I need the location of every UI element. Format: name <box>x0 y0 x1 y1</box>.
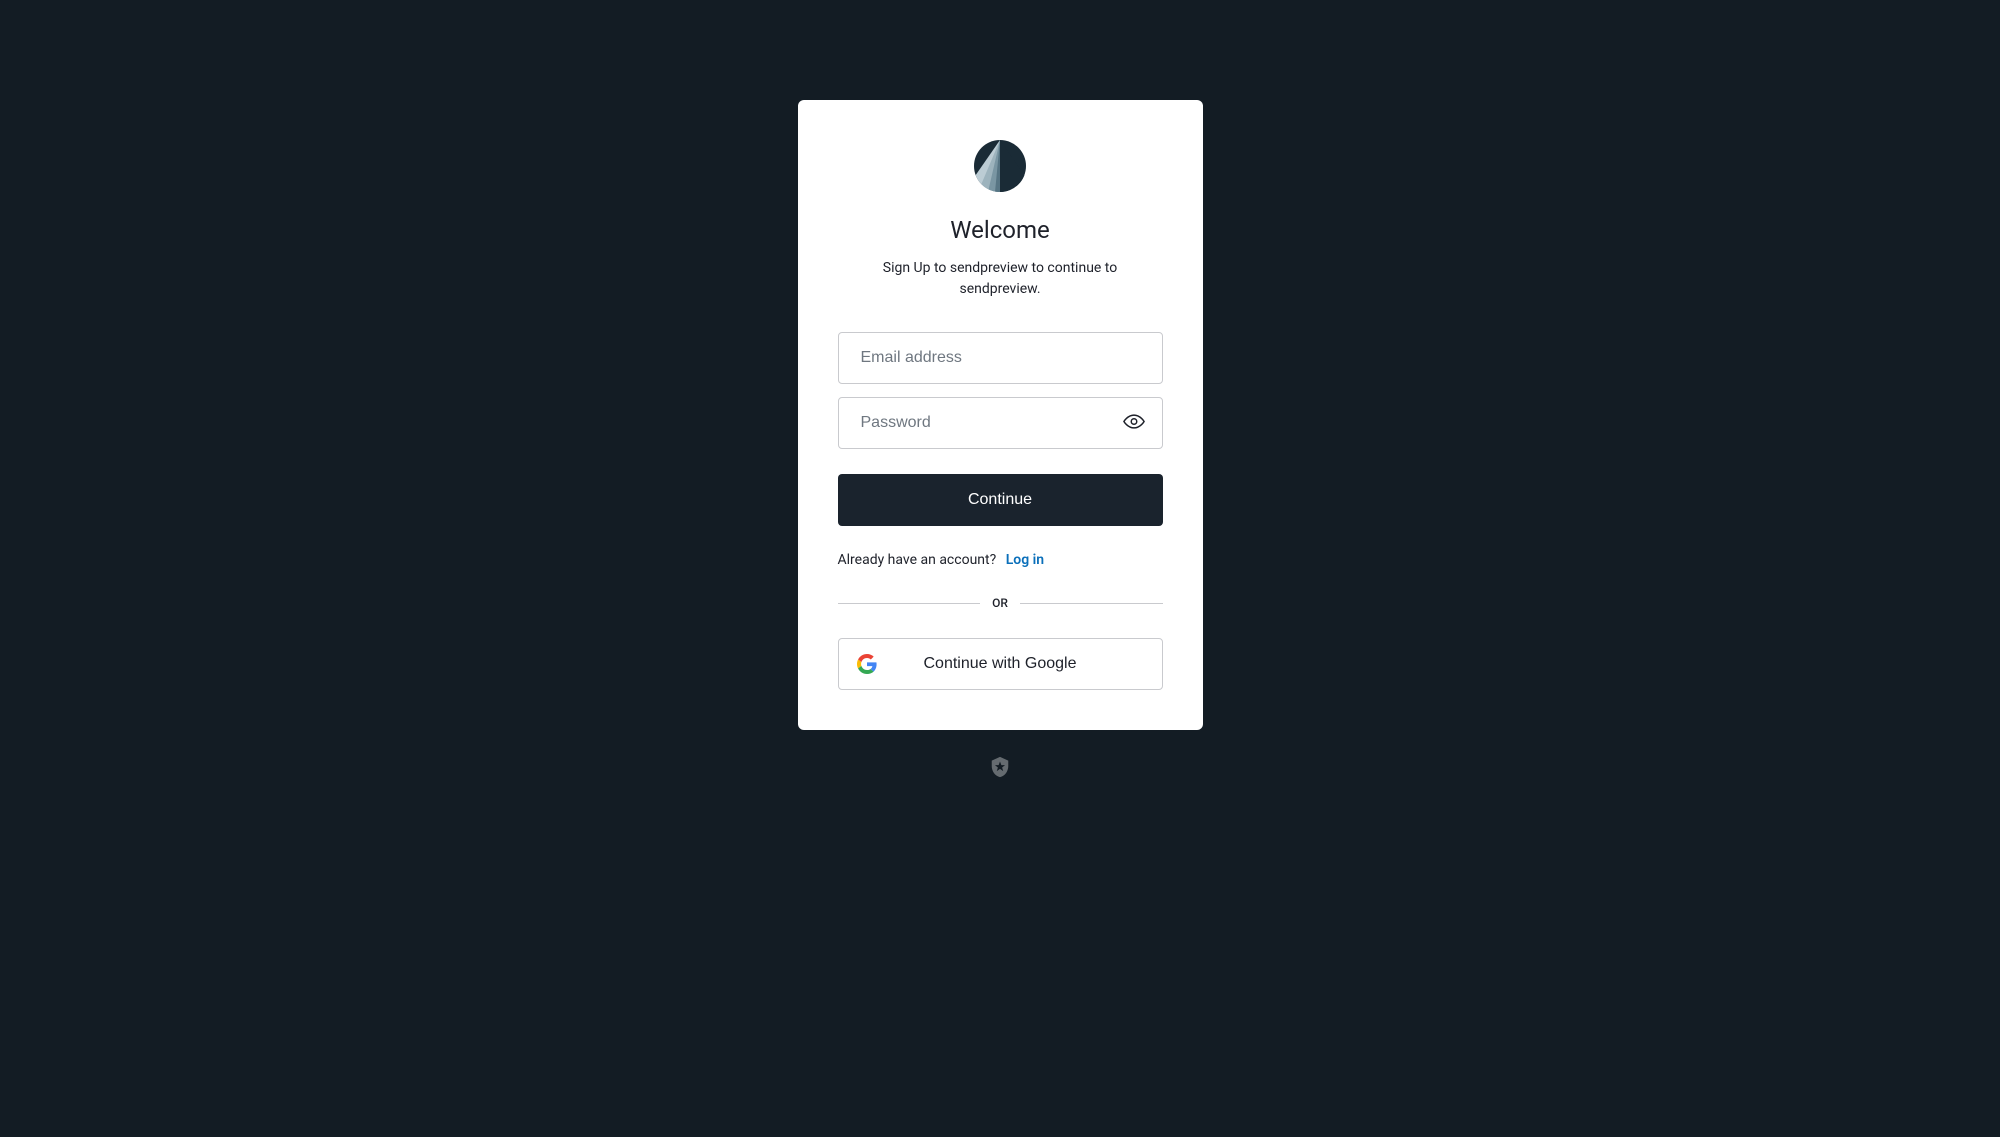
page-subtitle: Sign Up to sendpreview to continue to se… <box>838 258 1163 300</box>
continue-with-google-button[interactable]: Continue with Google <box>838 638 1163 690</box>
google-icon <box>857 654 877 674</box>
signup-card: Welcome Sign Up to sendpreview to contin… <box>798 100 1203 730</box>
email-input-group <box>838 332 1163 384</box>
divider-line-right <box>1020 603 1163 604</box>
divider-label: OR <box>980 596 1020 610</box>
app-logo <box>974 140 1026 192</box>
password-input-group <box>838 397 1163 449</box>
show-password-button[interactable] <box>1119 407 1149 440</box>
password-input[interactable] <box>838 397 1163 449</box>
continue-button[interactable]: Continue <box>838 474 1163 526</box>
google-button-label: Continue with Google <box>924 655 1077 673</box>
page-title: Welcome <box>950 216 1050 244</box>
login-prompt-text: Already have an account? <box>838 552 997 568</box>
eye-icon <box>1123 411 1145 436</box>
login-link[interactable]: Log in <box>1006 552 1044 568</box>
divider-line-left <box>838 603 981 604</box>
email-input[interactable] <box>838 332 1163 384</box>
auth-provider-badge <box>989 756 1011 782</box>
divider: OR <box>838 596 1163 610</box>
login-prompt-row: Already have an account? Log in <box>838 552 1163 568</box>
